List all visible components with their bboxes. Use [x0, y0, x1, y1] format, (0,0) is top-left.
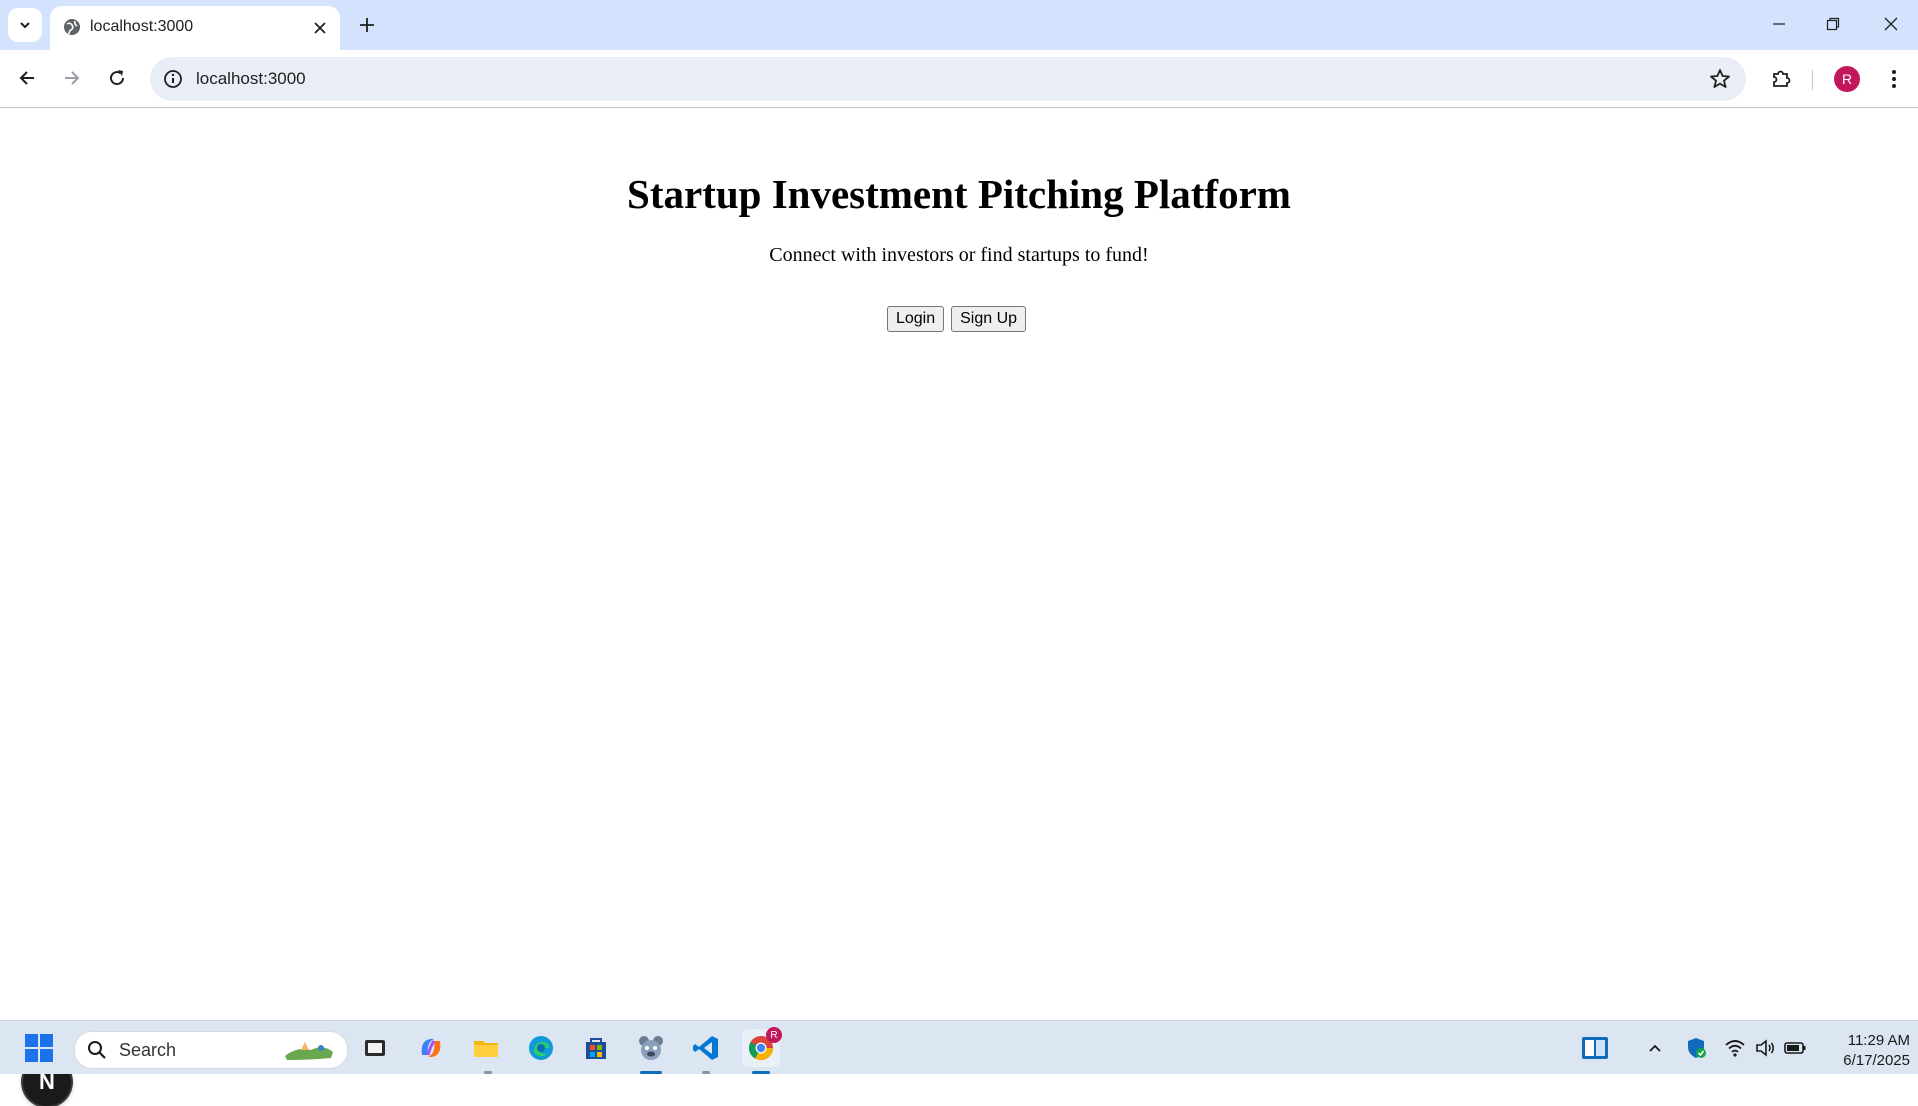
- wifi-icon: [1725, 1040, 1745, 1057]
- widgets-icon: [1582, 1037, 1608, 1059]
- bookmark-star-icon[interactable]: [1708, 67, 1732, 91]
- minimize-button[interactable]: [1756, 6, 1802, 42]
- search-placeholder: Search: [119, 1040, 177, 1060]
- battery-tray-button[interactable]: [1776, 1029, 1814, 1067]
- store-button[interactable]: [577, 1029, 615, 1067]
- arrow-left-icon: [19, 71, 34, 85]
- task-view-button[interactable]: [356, 1029, 394, 1067]
- shield-icon: [1688, 1038, 1706, 1058]
- chevron-down-icon: [20, 22, 30, 29]
- login-button[interactable]: Login: [886, 306, 945, 332]
- restore-button[interactable]: [1810, 6, 1856, 42]
- copilot-button[interactable]: [412, 1029, 450, 1067]
- back-button[interactable]: [9, 60, 45, 96]
- widgets-button[interactable]: [1576, 1029, 1614, 1067]
- vscode-button[interactable]: [687, 1029, 725, 1067]
- windows-taskbar: Search R 11:29 AM 6/17/2025: [0, 1020, 1918, 1074]
- new-tab-button[interactable]: [352, 10, 382, 40]
- tab-strip: localhost:3000: [0, 0, 1918, 50]
- close-window-button[interactable]: [1868, 6, 1914, 42]
- chevron-up-icon: [1649, 1044, 1661, 1052]
- chrome-button[interactable]: R: [742, 1027, 782, 1067]
- globe-icon: [64, 19, 80, 35]
- taskbar-search[interactable]: Search: [74, 1031, 348, 1069]
- site-info-icon[interactable]: [162, 68, 184, 90]
- tab-close-button[interactable]: [308, 16, 332, 40]
- edge-icon: [529, 1036, 553, 1060]
- volume-icon: [1756, 1039, 1775, 1057]
- browser-tab[interactable]: localhost:3000: [50, 6, 340, 50]
- page-content: Startup Investment Pitching Platform Con…: [0, 108, 1918, 1106]
- profile-avatar[interactable]: R: [1834, 66, 1860, 92]
- edge-button[interactable]: [522, 1029, 560, 1067]
- address-bar[interactable]: localhost:3000: [150, 57, 1746, 101]
- extensions-button[interactable]: [1764, 61, 1798, 95]
- file-explorer-button[interactable]: [467, 1029, 505, 1067]
- reload-button[interactable]: [99, 60, 135, 96]
- clock[interactable]: 11:29 AM 6/17/2025: [1820, 1031, 1910, 1071]
- tab-search-button[interactable]: [8, 8, 42, 42]
- start-button[interactable]: [20, 1029, 58, 1067]
- puzzle-icon: [1773, 70, 1791, 87]
- tab-title: localhost:3000: [90, 18, 194, 35]
- plus-icon: [360, 18, 374, 32]
- task-view-icon: [365, 1040, 385, 1056]
- reload-icon: [110, 70, 125, 86]
- toolbar-divider: [1812, 70, 1813, 90]
- show-hidden-icons-button[interactable]: [1636, 1029, 1674, 1067]
- store-icon: [586, 1038, 606, 1059]
- windows-logo-icon: [25, 1034, 53, 1062]
- chrome-profile-badge: R: [766, 1027, 782, 1043]
- clock-date: 6/17/2025: [1843, 1052, 1910, 1069]
- copilot-icon: [421, 1039, 441, 1057]
- security-tray-button[interactable]: [1677, 1029, 1715, 1067]
- auth-buttons: Login Sign Up: [0, 306, 1918, 332]
- forward-button[interactable]: [54, 60, 90, 96]
- mascot-app-icon: [639, 1036, 663, 1060]
- search-highlight-image-icon: [285, 1042, 333, 1060]
- signup-button[interactable]: Sign Up: [951, 306, 1027, 332]
- page-title: Startup Investment Pitching Platform: [627, 171, 1291, 217]
- battery-icon: [1784, 1042, 1806, 1054]
- folder-icon: [474, 1041, 498, 1057]
- restore-icon: [1826, 17, 1840, 31]
- close-icon: [314, 22, 326, 34]
- more-vertical-icon: [1892, 70, 1896, 88]
- page-subtitle: Connect with investors or find startups …: [769, 244, 1149, 266]
- app-button[interactable]: [632, 1029, 670, 1067]
- browser-menu-button[interactable]: [1880, 62, 1908, 96]
- search-icon: [88, 1041, 106, 1059]
- url-text[interactable]: localhost:3000: [196, 69, 306, 89]
- clock-time: 11:29 AM: [1847, 1032, 1910, 1049]
- vscode-icon: [693, 1036, 718, 1060]
- browser-toolbar: localhost:3000 R: [0, 50, 1918, 108]
- minimize-icon: [1773, 23, 1785, 25]
- close-icon: [1884, 17, 1898, 31]
- arrow-right-icon: [65, 71, 80, 85]
